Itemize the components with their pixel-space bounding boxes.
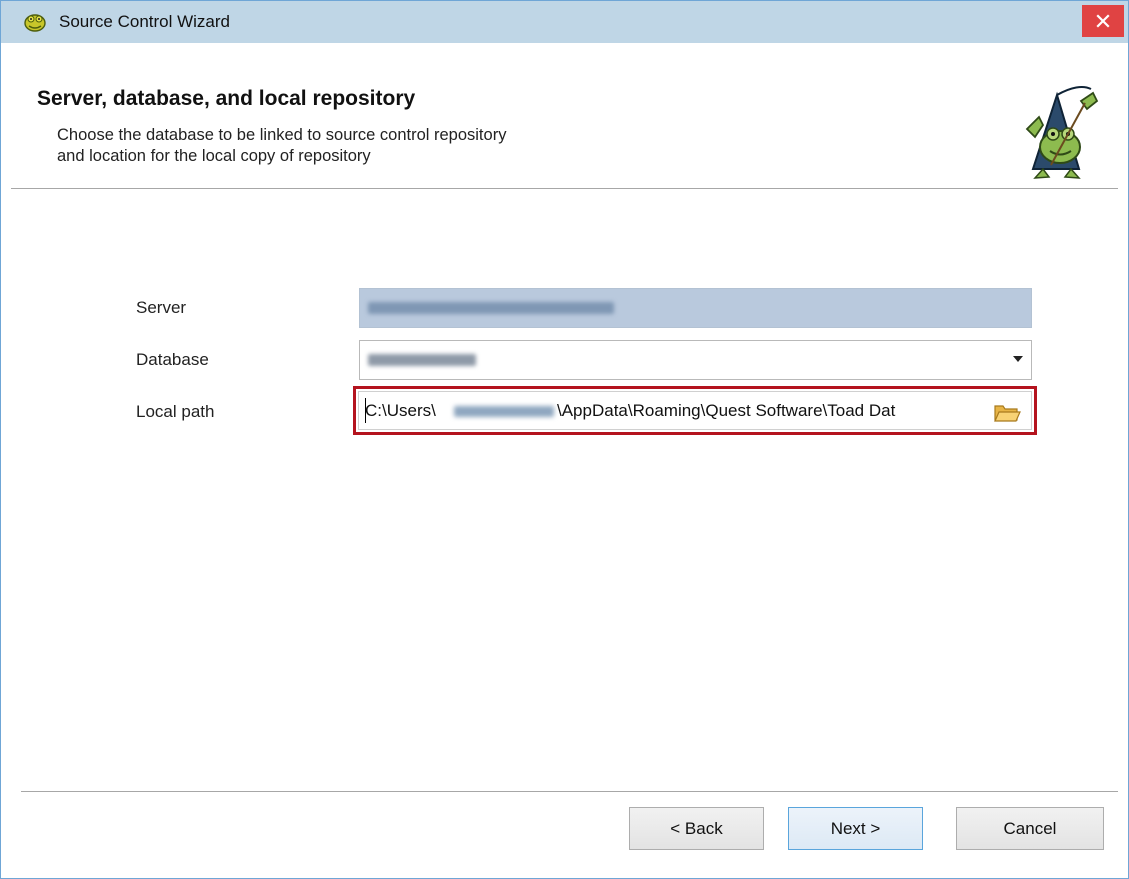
local-path-label: Local path bbox=[136, 402, 215, 421]
wizard-window: Source Control Wizard Server, database, … bbox=[0, 0, 1129, 879]
close-icon bbox=[1096, 14, 1110, 28]
folder-open-icon[interactable] bbox=[993, 401, 1021, 423]
chevron-down-icon[interactable] bbox=[1013, 356, 1023, 362]
window-title: Source Control Wizard bbox=[59, 12, 231, 31]
page-description: Choose the database to be linked to sour… bbox=[57, 125, 757, 167]
description-line: and location for the local copy of repos… bbox=[57, 147, 371, 165]
toad-app-icon bbox=[24, 14, 46, 32]
close-button[interactable] bbox=[1082, 5, 1124, 37]
description-line: Choose the database to be linked to sour… bbox=[57, 126, 507, 144]
redacted-username bbox=[454, 406, 554, 417]
footer-divider bbox=[21, 791, 1118, 792]
server-field bbox=[359, 288, 1032, 328]
local-path-prefix: C:\Users\ bbox=[365, 401, 436, 420]
header-divider bbox=[11, 188, 1118, 189]
server-label: Server bbox=[136, 298, 187, 317]
cancel-button[interactable]: Cancel bbox=[956, 807, 1104, 850]
redacted-database-value bbox=[368, 354, 476, 366]
database-select[interactable] bbox=[359, 340, 1032, 380]
page-title: Server, database, and local repository bbox=[37, 87, 416, 110]
redacted-server-value bbox=[368, 302, 614, 314]
title-bar[interactable]: Source Control Wizard bbox=[1, 1, 1128, 43]
toad-wizard-illustration bbox=[1025, 86, 1099, 179]
database-label: Database bbox=[136, 350, 209, 369]
local-path-suffix: \AppData\Roaming\Quest Software\Toad Dat bbox=[557, 401, 896, 420]
next-button[interactable]: Next > bbox=[788, 807, 923, 850]
back-button[interactable]: < Back bbox=[629, 807, 764, 850]
local-path-input[interactable]: C:\Users\ \AppData\Roaming\Quest Softwar… bbox=[358, 391, 1032, 430]
